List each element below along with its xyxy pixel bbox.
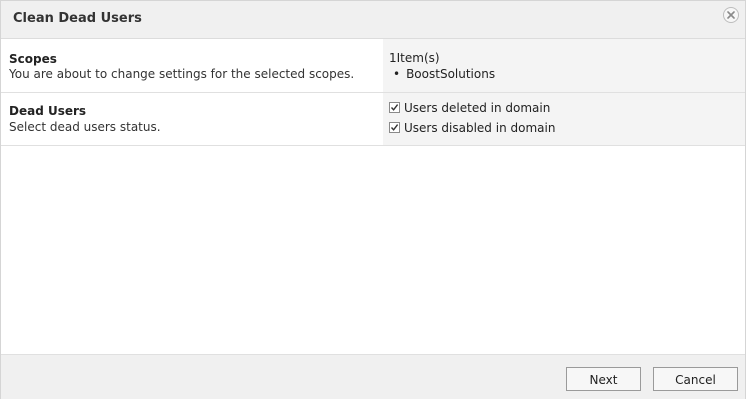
dead-users-description: Select dead users status. bbox=[9, 120, 161, 134]
cancel-button[interactable]: Cancel bbox=[653, 367, 738, 391]
deleted-users-label: Users deleted in domain bbox=[404, 101, 551, 115]
dialog-title: Clean Dead Users bbox=[13, 11, 142, 26]
dead-users-row: Dead Users Select dead users status. Use… bbox=[1, 93, 745, 146]
dead-users-label: Dead Users bbox=[9, 104, 87, 118]
scopes-label: Scopes bbox=[9, 52, 57, 66]
list-item: • BoostSolutions bbox=[393, 67, 495, 81]
deleted-users-option: Users deleted in domain bbox=[389, 101, 550, 115]
clean-dead-users-dialog: Clean Dead Users Scopes You are about to… bbox=[0, 0, 746, 399]
disabled-users-option: Users disabled in domain bbox=[389, 121, 555, 135]
scope-item-label: BoostSolutions bbox=[406, 67, 496, 81]
scopes-count: 1Item(s) bbox=[389, 51, 440, 65]
dialog-footer: Next Cancel bbox=[1, 354, 745, 399]
dialog-titlebar: Clean Dead Users bbox=[1, 1, 745, 39]
scopes-description: You are about to change settings for the… bbox=[9, 67, 355, 81]
close-icon[interactable] bbox=[723, 7, 739, 23]
disabled-users-label: Users disabled in domain bbox=[404, 121, 556, 135]
scopes-row: Scopes You are about to change settings … bbox=[1, 39, 745, 93]
bullet-icon: • bbox=[393, 67, 401, 81]
next-button[interactable]: Next bbox=[566, 367, 641, 391]
deleted-users-checkbox[interactable] bbox=[389, 102, 400, 113]
disabled-users-checkbox[interactable] bbox=[389, 122, 400, 133]
